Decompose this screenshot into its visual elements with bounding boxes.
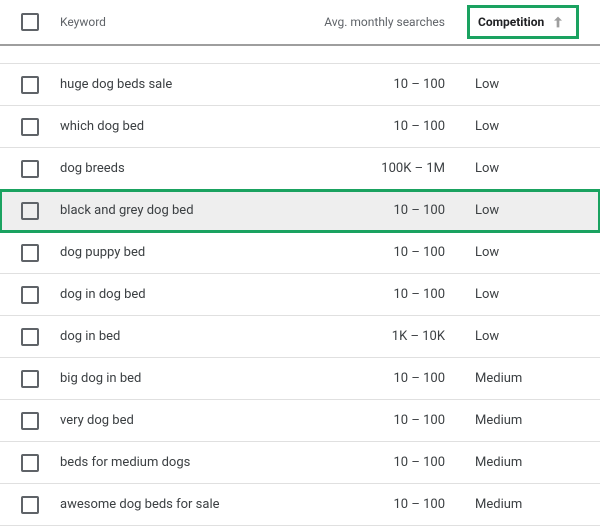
- row-keyword: huge dog beds sale: [60, 77, 270, 92]
- row-competition: Low: [465, 245, 600, 260]
- table-row[interactable]: huge dog beds sale10 – 100Low: [0, 64, 600, 106]
- row-competition: Medium: [465, 371, 600, 386]
- row-keyword: dog in bed: [60, 329, 270, 344]
- row-keyword: dog in dog bed: [60, 287, 270, 302]
- table-row[interactable]: big dog in bed10 – 100Medium: [0, 358, 600, 400]
- select-all-cell: [0, 13, 60, 31]
- row-competition: Low: [465, 287, 600, 302]
- keyword-table: Keyword Avg. monthly searches Competitio…: [0, 0, 600, 526]
- row-competition: Low: [465, 203, 600, 218]
- row-keyword: awesome dog beds for sale: [60, 497, 270, 512]
- row-checkbox[interactable]: [21, 370, 39, 388]
- column-header-searches[interactable]: Avg. monthly searches: [270, 15, 465, 29]
- row-competition: Low: [465, 119, 600, 134]
- row-keyword: dog breeds: [60, 161, 270, 176]
- select-all-checkbox[interactable]: [21, 13, 39, 31]
- row-checkbox-cell: [0, 118, 60, 136]
- row-searches: 100K – 1M: [270, 161, 465, 176]
- table-row[interactable]: which dog bed10 – 100Low: [0, 106, 600, 148]
- table-row[interactable]: dog puppy bed10 – 100Low: [0, 232, 600, 274]
- row-checkbox[interactable]: [21, 76, 39, 94]
- table-row[interactable]: beds for medium dogs10 – 100Medium: [0, 442, 600, 484]
- row-checkbox-cell: [0, 454, 60, 472]
- row-checkbox-cell: [0, 160, 60, 178]
- row-checkbox[interactable]: [21, 160, 39, 178]
- row-checkbox[interactable]: [21, 202, 39, 220]
- row-keyword: beds for medium dogs: [60, 455, 270, 470]
- row-checkbox[interactable]: [21, 454, 39, 472]
- column-header-competition-cell[interactable]: Competition: [465, 5, 600, 39]
- column-header-competition-highlight: Competition: [467, 5, 579, 39]
- row-searches: 10 – 100: [270, 497, 465, 512]
- table-header-row: Keyword Avg. monthly searches Competitio…: [0, 0, 600, 46]
- row-keyword: which dog bed: [60, 119, 270, 134]
- row-checkbox-cell: [0, 412, 60, 430]
- row-checkbox[interactable]: [21, 328, 39, 346]
- row-competition: Medium: [465, 455, 600, 470]
- row-checkbox[interactable]: [21, 244, 39, 262]
- table-row[interactable]: very dog bed10 – 100Medium: [0, 400, 600, 442]
- row-searches: 10 – 100: [270, 77, 465, 92]
- row-searches: 10 – 100: [270, 455, 465, 470]
- row-checkbox-cell: [0, 76, 60, 94]
- row-keyword: dog puppy bed: [60, 245, 270, 260]
- row-keyword: black and grey dog bed: [60, 203, 270, 218]
- row-searches: 10 – 100: [270, 413, 465, 428]
- row-checkbox[interactable]: [21, 286, 39, 304]
- row-competition: Medium: [465, 497, 600, 512]
- row-searches: 10 – 100: [270, 119, 465, 134]
- row-checkbox[interactable]: [21, 118, 39, 136]
- row-keyword: very dog bed: [60, 413, 270, 428]
- row-searches: 10 – 100: [270, 203, 465, 218]
- row-checkbox[interactable]: [21, 496, 39, 514]
- row-competition: Low: [465, 77, 600, 92]
- table-row[interactable]: dog in dog bed10 – 100Low: [0, 274, 600, 316]
- row-competition: Low: [465, 329, 600, 344]
- table-row[interactable]: black and grey dog bed10 – 100Low: [0, 190, 600, 232]
- row-checkbox-cell: [0, 370, 60, 388]
- row-competition: Low: [465, 161, 600, 176]
- row-searches: 10 – 100: [270, 287, 465, 302]
- row-checkbox-cell: [0, 328, 60, 346]
- row-checkbox-cell: [0, 202, 60, 220]
- row-checkbox-cell: [0, 496, 60, 514]
- row-competition: Medium: [465, 413, 600, 428]
- row-keyword: big dog in bed: [60, 371, 270, 386]
- row-searches: 1K – 10K: [270, 329, 465, 344]
- row-checkbox-cell: [0, 286, 60, 304]
- column-header-competition: Competition: [478, 15, 544, 29]
- row-searches: 10 – 100: [270, 371, 465, 386]
- column-header-keyword[interactable]: Keyword: [60, 15, 270, 29]
- table-spacer: [0, 46, 600, 64]
- row-checkbox[interactable]: [21, 412, 39, 430]
- row-searches: 10 – 100: [270, 245, 465, 260]
- table-row[interactable]: dog breeds100K – 1MLow: [0, 148, 600, 190]
- row-checkbox-cell: [0, 244, 60, 262]
- sort-ascending-icon: [550, 14, 566, 30]
- table-row[interactable]: dog in bed1K – 10KLow: [0, 316, 600, 358]
